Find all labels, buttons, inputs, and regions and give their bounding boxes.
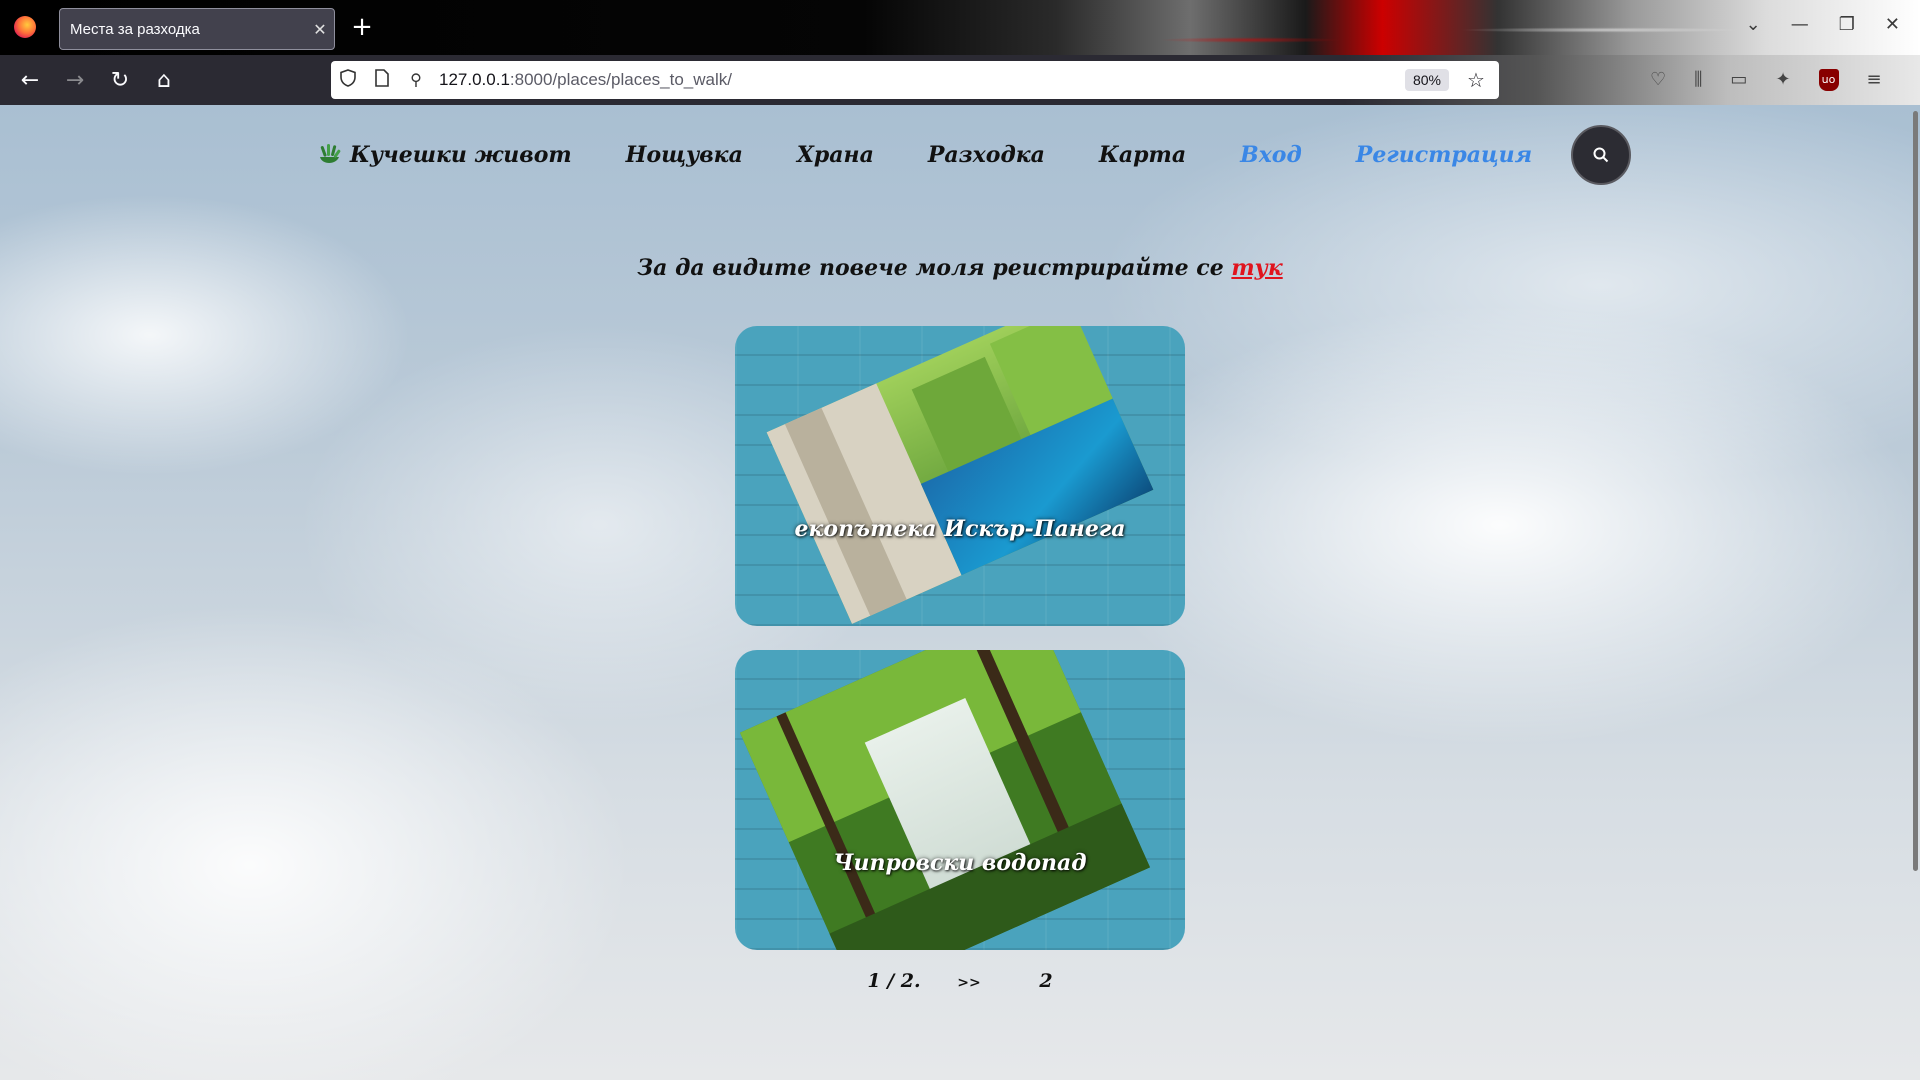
login-link[interactable]: Вход bbox=[1240, 142, 1302, 168]
site-nav: Кучешки живот Нощувка Храна Разходка Кар… bbox=[0, 105, 1920, 205]
brand-link[interactable]: Кучешки живот bbox=[316, 141, 572, 169]
tab-title: Места за разходка bbox=[70, 20, 200, 38]
place-card[interactable]: екопътека Искър-Панега bbox=[735, 326, 1185, 626]
place-title[interactable]: екопътека Искър-Панега bbox=[735, 516, 1185, 542]
url-path: :8000/places/places_to_walk/ bbox=[509, 70, 732, 89]
browser-navbar: ← → ↻ ⌂ ⚲ 127.0.0.1:8000/places/places_t… bbox=[0, 55, 1920, 105]
pocket-icon[interactable]: ♡ bbox=[1650, 69, 1666, 91]
url-bar[interactable]: ⚲ 127.0.0.1:8000/places/places_to_walk/ … bbox=[331, 61, 1499, 99]
menu-icon[interactable]: ≡ bbox=[1867, 69, 1882, 91]
page-indicator: 1 / 2. bbox=[867, 970, 921, 992]
nav-walk[interactable]: Разходка bbox=[928, 142, 1045, 168]
ublock-icon[interactable]: uo bbox=[1818, 69, 1839, 91]
url-text[interactable]: 127.0.0.1:8000/places/places_to_walk/ bbox=[433, 70, 1405, 90]
shield-icon[interactable] bbox=[331, 68, 365, 92]
extensions-icon[interactable]: ✦ bbox=[1775, 69, 1790, 91]
page-viewport: Кучешки живот Нощувка Храна Разходка Кар… bbox=[0, 105, 1920, 1080]
close-tab-icon[interactable]: ✕ bbox=[306, 20, 334, 39]
place-card[interactable]: Чипровски водопад bbox=[735, 650, 1185, 950]
close-window-icon[interactable]: ✕ bbox=[1885, 14, 1900, 35]
register-message: За да видите повече моля реистрирайте се… bbox=[0, 255, 1920, 281]
bookmark-star-icon[interactable]: ☆ bbox=[1461, 68, 1491, 93]
search-icon bbox=[1593, 147, 1609, 163]
browser-titlebar: Места за разходка ✕ + ⌄ — ❐ ✕ bbox=[0, 0, 1920, 55]
brand-label: Кучешки живот bbox=[349, 142, 572, 168]
place-title[interactable]: Чипровски водопад bbox=[735, 850, 1185, 876]
browser-tab[interactable]: Места за разходка ✕ bbox=[59, 8, 335, 50]
zoom-badge[interactable]: 80% bbox=[1404, 69, 1449, 91]
toolbar-right: ♡ ⫼ ▭ ✦ uo ≡ bbox=[1650, 69, 1882, 91]
url-host: 127.0.0.1 bbox=[439, 70, 510, 89]
register-link[interactable]: Регистрация bbox=[1356, 142, 1532, 168]
window-controls: ⌄ — ❐ ✕ bbox=[1746, 14, 1900, 35]
search-button[interactable] bbox=[1571, 125, 1632, 185]
maximize-icon[interactable]: ❐ bbox=[1839, 14, 1855, 35]
scrollbar[interactable] bbox=[1913, 111, 1918, 871]
nav-map[interactable]: Карта bbox=[1099, 142, 1186, 168]
next-page-link[interactable]: >> bbox=[957, 975, 980, 991]
nav-lodging[interactable]: Нощувка bbox=[626, 142, 743, 168]
page-icon[interactable] bbox=[365, 68, 399, 92]
new-tab-icon[interactable]: + bbox=[350, 12, 374, 42]
home-icon[interactable]: ⌂ bbox=[150, 67, 178, 95]
dog-paw-logo-icon bbox=[319, 144, 341, 163]
sidebar-icon[interactable]: ▭ bbox=[1730, 69, 1747, 91]
place-photo bbox=[739, 650, 1151, 950]
place-photo bbox=[766, 326, 1154, 625]
forward-icon[interactable]: → bbox=[61, 67, 89, 95]
register-here-link[interactable]: тук bbox=[1231, 255, 1282, 281]
nav-food[interactable]: Храна bbox=[797, 142, 874, 168]
register-message-text: За да видите повече моля реистрирайте се bbox=[637, 255, 1232, 281]
reload-icon[interactable]: ↻ bbox=[106, 67, 134, 95]
permissions-icon[interactable]: ⚲ bbox=[399, 70, 433, 90]
minimize-icon[interactable]: — bbox=[1791, 14, 1809, 35]
tab-list-icon[interactable]: ⌄ bbox=[1746, 14, 1761, 35]
last-page-link[interactable]: 2 bbox=[1039, 970, 1052, 992]
pagination: 1 / 2. >> 2 bbox=[0, 970, 1920, 992]
library-icon[interactable]: ⫼ bbox=[1694, 69, 1702, 91]
firefox-logo-icon bbox=[14, 16, 36, 38]
back-icon[interactable]: ← bbox=[16, 67, 44, 95]
